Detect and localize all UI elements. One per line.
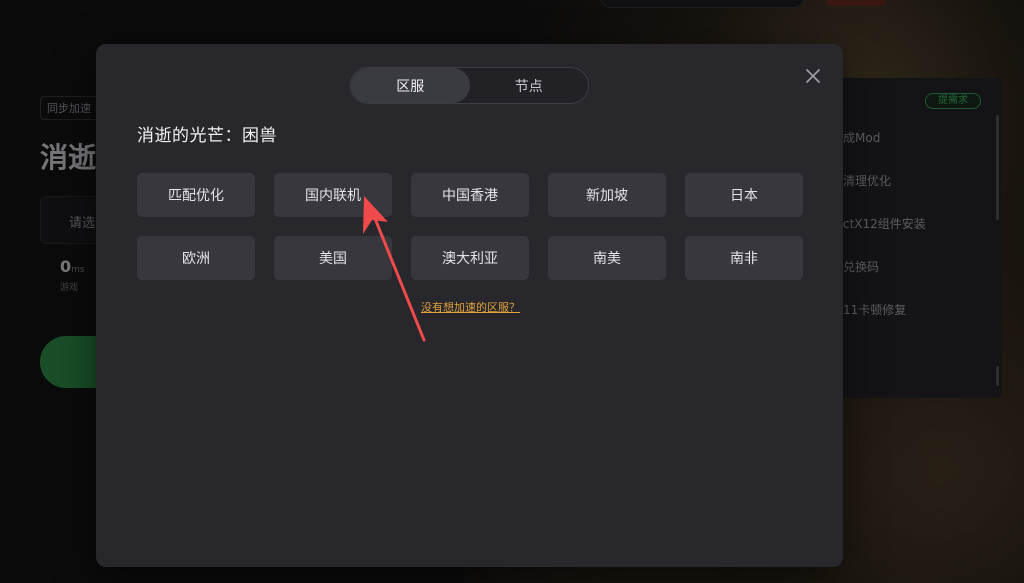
close-button[interactable] [801,64,825,88]
region-button-domestic[interactable]: 国内联机 [274,173,392,217]
tab-switcher: 区服 节点 [350,67,589,104]
region-button-hong-kong[interactable]: 中国香港 [411,173,529,217]
tab-node[interactable]: 节点 [470,68,589,103]
close-icon [806,69,820,83]
region-button-south-africa[interactable]: 南非 [685,236,803,280]
region-button-japan[interactable]: 日本 [685,173,803,217]
missing-region-link[interactable]: 没有想加速的区服？ [421,299,520,315]
tab-server-region[interactable]: 区服 [351,68,470,103]
region-button-australia[interactable]: 澳大利亚 [411,236,529,280]
region-button-europe[interactable]: 欧洲 [137,236,255,280]
region-button-match-optimize[interactable]: 匹配优化 [137,173,255,217]
region-button-usa[interactable]: 美国 [274,236,392,280]
region-select-dialog: 区服 节点 消逝的光芒：困兽 匹配优化 国内联机 中国香港 新加坡 日本 欧洲 … [96,44,843,567]
region-button-singapore[interactable]: 新加坡 [548,173,666,217]
region-button-south-america[interactable]: 南美 [548,236,666,280]
game-title: 消逝的光芒：困兽 [137,126,277,146]
region-grid: 匹配优化 国内联机 中国香港 新加坡 日本 欧洲 美国 澳大利亚 南美 南非 [137,173,803,280]
